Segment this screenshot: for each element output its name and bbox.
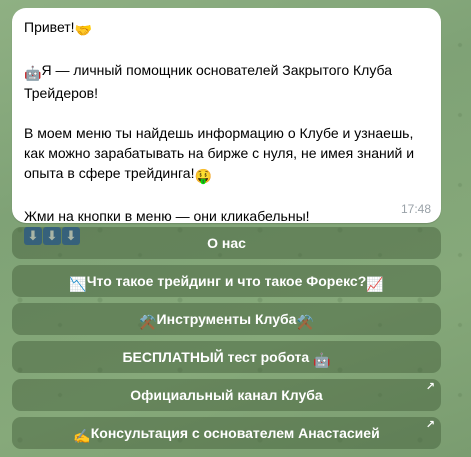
intro-text: Я — личный помощник основателей Закрытог… xyxy=(24,62,392,101)
button-label: О нас xyxy=(207,235,246,251)
what-is-trading-button[interactable]: 📉Что такое трейдинг и что такое Форекс?📈 xyxy=(12,265,441,297)
button-label: Инструменты Клуба xyxy=(156,311,297,327)
robot-icon: 🤖 xyxy=(24,65,42,81)
message-time: 17:48 xyxy=(400,202,431,216)
button-label: Консультация с основателем Анастасией xyxy=(90,425,380,441)
robot-icon: 🤖 xyxy=(313,352,331,368)
official-channel-button[interactable]: Официальный канал Клуба ↗ xyxy=(12,379,441,411)
greeting-text: Привет! xyxy=(24,19,75,35)
hammer-pick-icon: ⚒️ xyxy=(296,314,314,330)
money-mouth-icon: 🤑 xyxy=(194,168,212,184)
hammer-pick-icon: ⚒️ xyxy=(139,314,157,330)
external-link-icon: ↗ xyxy=(425,381,435,393)
handshake-icon: 🤝 xyxy=(74,22,93,38)
writing-hand-icon: ✍️ xyxy=(73,428,91,444)
external-link-icon: ↗ xyxy=(425,419,435,431)
club-tools-button[interactable]: ⚒️Инструменты Клуба⚒️ xyxy=(12,303,441,335)
about-us-button[interactable]: О нас xyxy=(12,227,441,259)
chart-up-icon: 📈 xyxy=(366,276,384,292)
bot-message-bubble: Привет!🤝 🤖Я — личный помощник основателе… xyxy=(12,8,441,245)
call-to-action-text: Жми на кнопки в меню — они кликабельны! xyxy=(24,208,310,224)
free-robot-test-button[interactable]: БЕСПЛАТНЫЙ тест робота 🤖 xyxy=(12,341,441,373)
consultation-button[interactable]: ✍️Консультация с основателем Анастасией … xyxy=(12,417,441,449)
button-label: БЕСПЛАТНЫЙ тест робота xyxy=(122,349,310,365)
menu-info-text: В моем меню ты найдешь информацию о Клуб… xyxy=(24,125,415,181)
button-label: Официальный канал Клуба xyxy=(130,387,323,403)
chart-down-icon: 📉 xyxy=(69,276,87,292)
button-label: Что такое трейдинг и что такое Форекс? xyxy=(86,273,367,289)
